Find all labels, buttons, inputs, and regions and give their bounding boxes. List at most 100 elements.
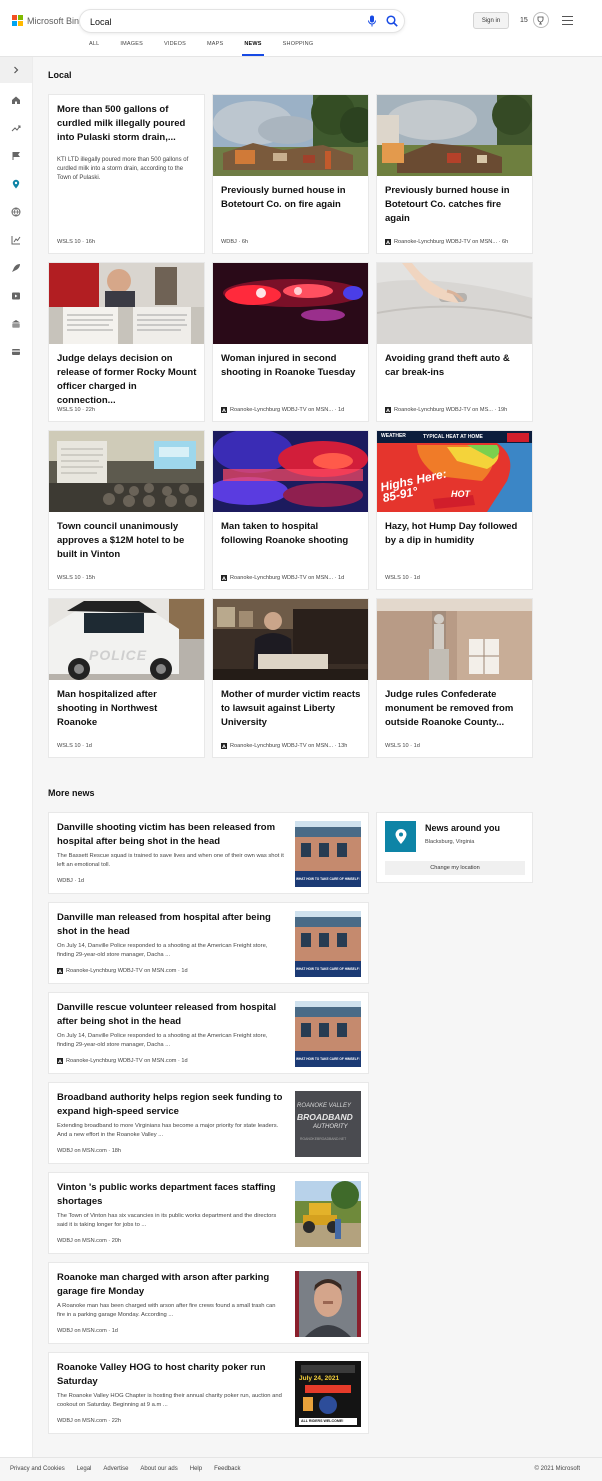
news-list-item[interactable]: Vinton 's public works department faces … — [48, 1172, 369, 1254]
news-title[interactable]: Roanoke Valley HOG to host charity poker… — [57, 1361, 285, 1389]
footer-link-help[interactable]: Help — [190, 1466, 202, 1472]
footer-link-feedback[interactable]: Feedback — [214, 1466, 240, 1472]
chart-icon[interactable] — [11, 235, 21, 245]
news-source: WDBJ · 1d — [57, 878, 85, 884]
footer-link-about-ads[interactable]: About our ads — [140, 1466, 177, 1472]
news-card[interactable]: Previously burned house in Botetourt Co.… — [212, 94, 369, 254]
news-card[interactable]: More than 500 gallons of curdled milk il… — [48, 94, 205, 254]
search-input[interactable] — [90, 14, 350, 29]
search-icon[interactable] — [385, 14, 399, 28]
news-list-item[interactable]: Danville man released from hospital afte… — [48, 902, 369, 984]
bing-news-page: Microsoft Bing Sign in 15 ALL IMAGES VID… — [0, 0, 602, 1481]
news-list-item[interactable]: Danville rescue volunteer released from … — [48, 992, 369, 1074]
card-title[interactable]: Hazy, hot Hump Day followed by a dip in … — [385, 520, 525, 548]
news-card[interactable]: Judge delays decision on release of form… — [48, 262, 205, 422]
news-thumbnail[interactable] — [295, 1271, 361, 1337]
news-thumbnail[interactable]: July 24, 2021 ALL RIDERS WELCOME! — [295, 1361, 361, 1427]
card-title[interactable]: Man taken to hospital following Roanoke … — [221, 520, 361, 548]
news-title[interactable]: Vinton 's public works department faces … — [57, 1181, 285, 1209]
news-thumbnail[interactable]: WHAT HOW TO TAKE CARE OF HIMSELF PROP — [295, 821, 361, 887]
card-title[interactable]: More than 500 gallons of curdled milk il… — [57, 103, 197, 145]
card-source: WSLS 10 · 22h — [57, 407, 95, 413]
news-card[interactable]: Town council unanimously approves a $12M… — [48, 430, 205, 590]
footer-link-legal[interactable]: Legal — [77, 1466, 92, 1472]
sign-in-button[interactable]: Sign in — [473, 12, 509, 29]
microphone-icon[interactable] — [365, 14, 379, 28]
card-title[interactable]: Previously burned house in Botetourt Co.… — [385, 184, 525, 226]
card-image-burned-house[interactable] — [377, 95, 532, 176]
card-image-police-lights[interactable] — [213, 263, 368, 344]
news-card[interactable]: Previously burned house in Botetourt Co.… — [376, 94, 533, 254]
card-image-weather-map[interactable]: WEATHER TYPICAL HEAT AT HOME Highs Here:… — [377, 431, 532, 512]
rewards-count: 15 — [520, 16, 528, 24]
card-title[interactable]: Town council unanimously approves a $12M… — [57, 520, 197, 562]
menu-icon[interactable] — [562, 16, 573, 25]
msn-logo-icon — [57, 1058, 63, 1064]
rewards-button[interactable]: 15 — [520, 12, 549, 28]
news-source: Roanoke-Lynchburg WDBJ-TV on MSN.com · 1… — [57, 1058, 188, 1064]
news-card[interactable]: Woman injured in second shooting in Roan… — [212, 262, 369, 422]
news-card[interactable]: Man taken to hospital following Roanoke … — [212, 430, 369, 590]
news-description: Extending broadband to more Virginians h… — [57, 1123, 279, 1138]
msn-logo-icon — [57, 968, 63, 974]
news-card[interactable]: WEATHER TYPICAL HEAT AT HOME Highs Here:… — [376, 430, 533, 590]
change-location-button[interactable]: Change my location — [385, 861, 525, 875]
news-list-item[interactable]: Broadband authority helps region seek fu… — [48, 1082, 369, 1164]
news-card[interactable]: Avoiding grand theft auto & car break-in… — [376, 262, 533, 422]
trending-icon[interactable] — [11, 123, 21, 133]
tab-images[interactable]: IMAGES — [120, 41, 143, 56]
tab-news[interactable]: NEWS — [242, 41, 265, 56]
bing-logo[interactable]: Microsoft Bing — [12, 15, 84, 26]
news-thumbnail[interactable]: WHAT HOW TO TAKE CARE OF HIMSELF PROP — [295, 1001, 361, 1067]
video-icon[interactable] — [11, 291, 21, 301]
news-thumbnail[interactable]: WHAT HOW TO TAKE CARE OF HIMSELF PROP — [295, 911, 361, 977]
news-title[interactable]: Roanoke man charged with arson after par… — [57, 1271, 285, 1299]
broadband-logo-line1: ROANOKE VALLEY — [297, 1103, 352, 1109]
card-image-car-door[interactable] — [377, 263, 532, 344]
card-title[interactable]: Judge delays decision on release of form… — [57, 352, 197, 408]
card-image-council-meeting[interactable] — [49, 431, 204, 512]
news-title[interactable]: Danville shooting victim has been releas… — [57, 821, 285, 849]
news-card[interactable]: Judge rules Confederate monument be remo… — [376, 598, 533, 758]
footer-link-privacy[interactable]: Privacy and Cookies — [10, 1466, 65, 1472]
news-title[interactable]: Danville man released from hospital afte… — [57, 911, 285, 939]
tab-maps[interactable]: MAPS — [207, 41, 223, 56]
card-image-court-documents[interactable] — [49, 263, 204, 344]
card-image-burned-house[interactable] — [213, 95, 368, 176]
news-list-item[interactable]: Danville shooting victim has been releas… — [48, 812, 369, 894]
news-list-item[interactable]: Roanoke man charged with arson after par… — [48, 1262, 369, 1344]
more-news-title: More news — [48, 788, 95, 798]
footer-link-advertise[interactable]: Advertise — [103, 1466, 128, 1472]
card-title[interactable]: Man hospitalized after shooting in North… — [57, 688, 197, 730]
globe-icon[interactable] — [11, 207, 21, 217]
building-icon[interactable] — [11, 319, 21, 329]
home-icon[interactable] — [11, 95, 21, 105]
rocket-icon[interactable] — [11, 263, 21, 273]
card-image-police-lights[interactable] — [213, 431, 368, 512]
location-pin-icon[interactable] — [11, 179, 21, 189]
news-thumbnail[interactable]: ROANOKE VALLEY BROADBAND AUTHORITY ROANO… — [295, 1091, 361, 1157]
news-title[interactable]: Broadband authority helps region seek fu… — [57, 1091, 285, 1119]
card-image-confederate-monument[interactable] — [377, 599, 532, 680]
news-thumbnail[interactable] — [295, 1181, 361, 1247]
card-source: Roanoke-Lynchburg WDBJ-TV on MSN... · 13… — [221, 743, 366, 749]
card-title[interactable]: Avoiding grand theft auto & car break-in… — [385, 352, 525, 380]
news-card[interactable]: Mother of murder victim reacts to lawsui… — [212, 598, 369, 758]
card-title[interactable]: Mother of murder victim reacts to lawsui… — [221, 688, 361, 730]
tab-shopping[interactable]: SHOPPING — [283, 41, 314, 56]
tab-videos[interactable]: VIDEOS — [164, 41, 186, 56]
card-title[interactable]: Woman injured in second shooting in Roan… — [221, 352, 361, 380]
news-title[interactable]: Danville rescue volunteer released from … — [57, 1001, 285, 1029]
news-card[interactable]: POLICE Man hospitalized after shooting i… — [48, 598, 205, 758]
card-image-mother-photos[interactable] — [213, 599, 368, 680]
tab-all[interactable]: ALL — [89, 41, 99, 56]
card-image-police-car[interactable]: POLICE — [49, 599, 204, 680]
card-title[interactable]: Judge rules Confederate monument be remo… — [385, 688, 525, 730]
expand-sidebar-button[interactable] — [0, 57, 32, 83]
card-icon[interactable] — [11, 347, 21, 357]
news-description: The Bassett Rescue squad is trained to s… — [57, 853, 284, 868]
news-description: The Town of Vinton has six vacancies in … — [57, 1213, 277, 1228]
flag-icon[interactable] — [11, 151, 21, 161]
news-list-item[interactable]: Roanoke Valley HOG to host charity poker… — [48, 1352, 369, 1434]
card-title[interactable]: Previously burned house in Botetourt Co.… — [221, 184, 361, 212]
